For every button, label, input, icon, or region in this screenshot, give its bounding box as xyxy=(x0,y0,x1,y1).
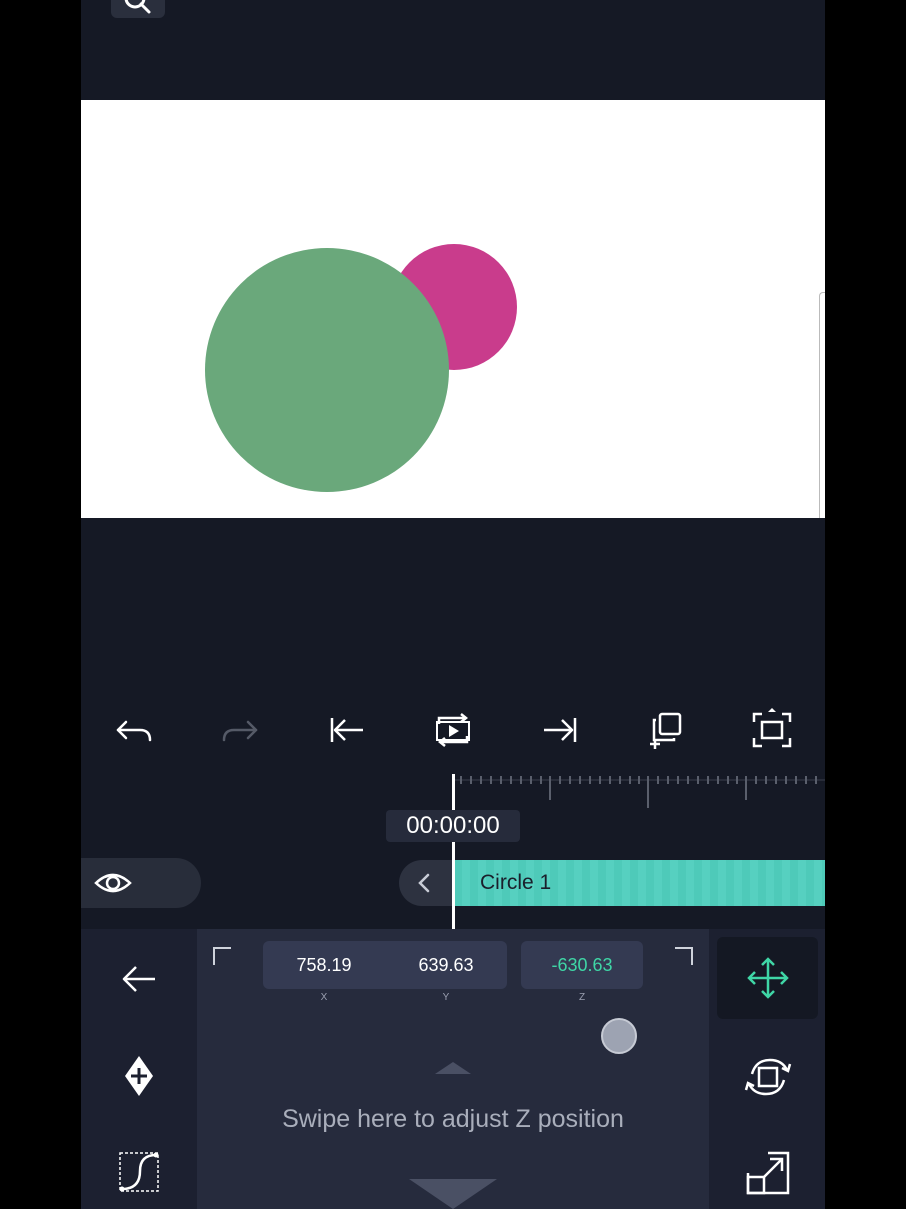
y-axis-label: Y xyxy=(442,992,450,1003)
x-axis-label: X xyxy=(320,992,328,1003)
fit-frame-icon xyxy=(752,708,792,748)
play-loop-button[interactable] xyxy=(431,708,475,752)
play-loop-icon xyxy=(436,713,470,747)
collapse-track-button[interactable] xyxy=(399,860,459,906)
duplicate-button[interactable] xyxy=(644,708,688,752)
track-label: Circle 1 xyxy=(480,871,552,894)
redo-icon xyxy=(222,720,258,742)
z-axis-label: Z xyxy=(578,992,586,1003)
duplicate-icon xyxy=(650,712,682,749)
scale-tool-button[interactable] xyxy=(717,1147,818,1199)
corner-bracket-top-right xyxy=(675,947,693,965)
fit-frame-button[interactable] xyxy=(750,708,794,752)
right-tool-column xyxy=(709,929,825,1209)
transform-editor: 758.19 639.63 -630.63 X Y Z Swipe here t… xyxy=(81,929,825,1209)
playhead[interactable] xyxy=(452,774,455,929)
add-keyframe-icon xyxy=(125,1056,153,1096)
position-panel[interactable]: 758.19 639.63 -630.63 X Y Z Swipe here t… xyxy=(197,929,709,1209)
move-icon xyxy=(746,957,789,999)
back-button[interactable] xyxy=(117,959,161,999)
timeline-ruler[interactable] xyxy=(453,774,825,810)
layer-track[interactable]: Circle 1 xyxy=(454,860,825,906)
y-value[interactable]: 639.63 xyxy=(385,941,507,989)
rotate-icon xyxy=(744,1058,791,1096)
easing-curve-icon xyxy=(119,1152,159,1192)
jump-start-icon xyxy=(330,718,363,742)
chevron-left-icon xyxy=(418,873,430,893)
eye-icon xyxy=(94,873,132,893)
playback-toolbar xyxy=(81,688,825,774)
jump-end-button[interactable] xyxy=(538,708,582,752)
x-value[interactable]: 758.19 xyxy=(263,941,385,989)
chevron-up-icon xyxy=(435,1062,471,1074)
scale-icon xyxy=(746,1151,789,1195)
search-icon[interactable] xyxy=(111,0,165,18)
add-keyframe-button[interactable] xyxy=(119,1053,159,1099)
green-circle-layer[interactable] xyxy=(205,248,449,492)
top-bar xyxy=(81,0,825,100)
redo-button[interactable] xyxy=(218,708,262,752)
move-tool-button[interactable] xyxy=(717,937,818,1019)
swipe-hint: Swipe here to adjust Z position xyxy=(282,1105,624,1133)
undo-icon xyxy=(116,720,152,742)
canvas-scroll-handle[interactable] xyxy=(819,292,825,518)
left-tool-column xyxy=(81,929,197,1209)
chevron-down-icon xyxy=(409,1179,497,1209)
visibility-toggle[interactable] xyxy=(81,858,201,908)
z-drag-knob[interactable] xyxy=(601,1018,637,1054)
easing-button[interactable] xyxy=(117,1149,161,1195)
current-time: 00:00:00 xyxy=(386,810,520,842)
app-window: 00:00:00 Circle 1 758.19 639.63 -630.63 … xyxy=(81,0,825,1209)
back-arrow-icon xyxy=(122,966,155,992)
rotate-tool-button[interactable] xyxy=(717,1049,818,1105)
jump-start-button[interactable] xyxy=(325,708,369,752)
corner-bracket-top-left xyxy=(213,947,231,965)
timeline[interactable]: 00:00:00 Circle 1 xyxy=(81,774,825,929)
jump-end-icon xyxy=(544,718,577,742)
z-value[interactable]: -630.63 xyxy=(521,941,643,989)
undo-button[interactable] xyxy=(112,708,156,752)
preview-canvas[interactable] xyxy=(81,100,825,518)
